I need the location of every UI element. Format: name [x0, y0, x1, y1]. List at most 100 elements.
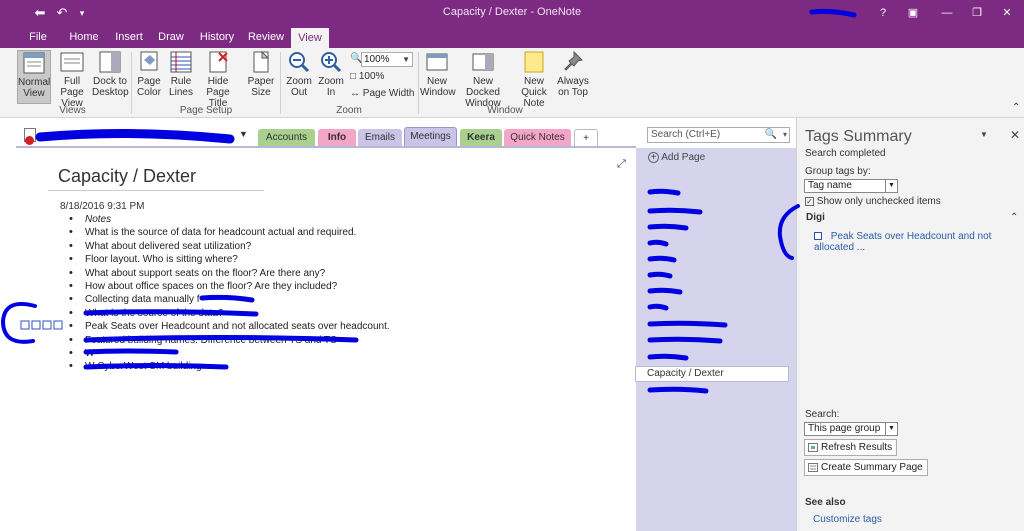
tab-review[interactable]: Review [247, 30, 285, 48]
list-item[interactable]: Notes [66, 213, 536, 227]
expand-icon[interactable]: ⤢ [617, 158, 626, 171]
paper-size-button[interactable]: Paper Size [246, 50, 276, 98]
list-item[interactable]: What is the source of data for headcount… [66, 226, 536, 240]
show-unchecked-checkbox[interactable]: ✓ Show only unchecked items [805, 196, 941, 207]
ribbon-display-icon[interactable]: ▣ [902, 4, 924, 22]
page-setup-group-label: Page Setup [179, 105, 233, 116]
search-scope-value: This page group [808, 423, 881, 434]
full-page-view-button[interactable]: Full Page View [54, 50, 90, 109]
tab-home[interactable]: Home [66, 30, 102, 48]
zoom-combo[interactable]: 100% ▼ [361, 52, 413, 67]
zoom-out-label: Zoom Out [286, 76, 312, 98]
minimize-icon[interactable]: — [936, 4, 958, 22]
new-quick-note-button[interactable]: New Quick Note [511, 50, 557, 109]
page-title[interactable]: Capacity / Dexter [58, 166, 196, 187]
tag-result-item[interactable]: Peak Seats over Headcount and not alloca… [814, 231, 1024, 253]
rule-lines-button[interactable]: Rule Lines [166, 50, 196, 98]
normal-view-button[interactable]: Normal View [17, 50, 51, 104]
views-group-label: Views [59, 105, 86, 116]
normal-view-label: Normal View [18, 77, 51, 99]
page-width-button[interactable]: ↔ Page Width [350, 88, 414, 99]
list-item[interactable]: Featured building names. Difference betw… [66, 334, 536, 348]
separator [280, 52, 281, 114]
dock-to-desktop-label: Dock to Desktop [92, 76, 129, 98]
section-tab-accounts[interactable]: Accounts [258, 129, 315, 147]
tab-file[interactable]: File [24, 30, 52, 48]
section-tab-meetings[interactable]: Meetings [404, 127, 457, 148]
normal-view-icon [23, 52, 45, 74]
chevron-down-icon[interactable]: ▼ [885, 180, 897, 192]
new-window-icon [426, 53, 448, 71]
page-color-button[interactable]: Page Color [134, 50, 164, 98]
page-item-selected[interactable]: Capacity / Dexter [635, 366, 789, 382]
search-scope-dropdown-icon[interactable]: ▾ [783, 128, 787, 142]
checkbox-icon [20, 320, 63, 330]
pin-icon [564, 50, 583, 71]
new-docked-window-button[interactable]: New Docked Window [456, 50, 510, 109]
see-also-heading: See also [805, 497, 846, 508]
zoom-out-icon [289, 52, 310, 73]
list-item[interactable]: W [66, 347, 536, 361]
zoom-in-icon [321, 52, 342, 73]
create-summary-page-button[interactable]: Create Summary Page [804, 459, 928, 476]
customize-tags-link[interactable]: Customize tags [813, 514, 882, 525]
page-width-label: Page Width [362, 88, 415, 99]
tab-view[interactable]: View [291, 28, 329, 48]
list-item[interactable]: What about support seats on the floor? A… [66, 267, 536, 281]
list-item[interactable]: Peak Seats over Headcount and not alloca… [66, 320, 536, 334]
maximize-icon[interactable]: ❐ [966, 4, 988, 22]
always-on-top-button[interactable]: Always on Top [557, 50, 589, 98]
list-item[interactable]: What about delivered seat utilization? [66, 240, 536, 254]
notes-list[interactable]: Notes What is the source of data for hea… [66, 213, 536, 374]
tab-insert[interactable]: Insert [112, 30, 146, 48]
list-item[interactable]: How about office spaces on the floor? Ar… [66, 280, 536, 294]
window-title: Capacity / Dexter - OneNote [442, 6, 582, 18]
tag-checkboxes[interactable] [20, 319, 66, 334]
add-page-button[interactable]: + Add Page [648, 152, 705, 163]
refresh-results-label: Refresh Results [821, 442, 893, 453]
zoom-in-button[interactable]: Zoom In [316, 50, 346, 98]
collapse-ribbon-icon[interactable]: ⌃ [1012, 102, 1020, 113]
pane-options-icon[interactable]: ▼ [980, 130, 988, 139]
refresh-icon [808, 443, 818, 452]
section-tab-keera[interactable]: Keera [460, 129, 502, 147]
tab-history[interactable]: History [198, 30, 236, 48]
list-item[interactable]: What is the source of the data? [66, 307, 536, 321]
collapse-group-icon[interactable]: ⌃ [1010, 212, 1018, 223]
window-group-label: Window [487, 105, 523, 116]
chevron-down-icon[interactable]: ▼ [402, 53, 410, 66]
pages-pane [636, 148, 796, 531]
page-date: 8/18/2016 9:31 PM [60, 201, 145, 212]
refresh-results-button[interactable]: Refresh Results [804, 439, 898, 456]
search-scope-select[interactable]: This page group ▼ [804, 422, 898, 436]
search-placeholder: Search (Ctrl+E) [651, 129, 721, 140]
hide-page-title-button[interactable]: Hide Page Title [198, 50, 238, 109]
list-item[interactable]: Collecting data manually f [66, 293, 536, 307]
search-input[interactable]: Search (Ctrl+E) 🔍 ▾ [647, 127, 790, 143]
group-by-select[interactable]: Tag name ▼ [804, 179, 898, 193]
chevron-down-icon[interactable]: ▼ [885, 423, 897, 435]
list-item[interactable]: W CyberWest SM building [66, 360, 536, 374]
help-icon[interactable]: ? [872, 4, 894, 22]
search-icon[interactable]: 🔍 [765, 128, 777, 142]
zoom-100-button[interactable]: □ 100% [350, 71, 384, 82]
section-tab-quick-notes[interactable]: Quick Notes [504, 129, 571, 147]
add-section-button[interactable]: + [574, 129, 598, 147]
tab-draw[interactable]: Draw [156, 30, 186, 48]
zoom-value: 100% [364, 54, 390, 65]
notebook-dropdown-icon[interactable]: ▼ [239, 129, 248, 139]
tag-result-label: Peak Seats over Headcount and not alloca… [814, 231, 992, 253]
section-tab-emails[interactable]: Emails [358, 129, 402, 147]
close-icon[interactable]: ✕ [996, 4, 1018, 22]
zoom-in-label: Zoom In [318, 76, 344, 98]
dock-to-desktop-button[interactable]: Dock to Desktop [92, 50, 129, 98]
close-icon[interactable]: ✕ [1010, 128, 1020, 142]
tag-group-name[interactable]: Digi [806, 212, 825, 223]
separator [418, 52, 419, 114]
add-icon: + [648, 152, 659, 163]
new-window-button[interactable]: New Window [420, 50, 456, 98]
section-tab-info[interactable]: Info [318, 129, 356, 147]
zoom-out-button[interactable]: Zoom Out [284, 50, 314, 98]
list-item[interactable]: Floor layout. Who is sitting where? [66, 253, 536, 267]
page-color-label: Page Color [137, 76, 161, 98]
